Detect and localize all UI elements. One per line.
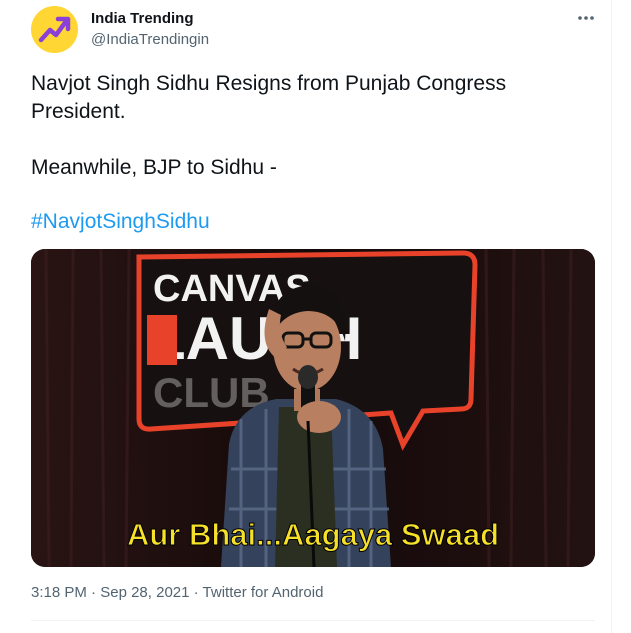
- trending-up-arrow-icon: [38, 16, 71, 43]
- avatar[interactable]: [31, 6, 78, 53]
- tweet-source[interactable]: Twitter for Android: [203, 584, 324, 601]
- tweet-media-image[interactable]: CANVAS LAUGH CLUB Aur Bhai...Aagaya Swaa…: [31, 249, 595, 567]
- tweet-text-line: Navjot Singh Sidhu Resigns from Punjab C…: [31, 72, 507, 95]
- tweet-date[interactable]: Sep 28, 2021: [100, 584, 189, 601]
- display-name[interactable]: India Trending: [91, 10, 194, 27]
- divider: [31, 620, 595, 621]
- more-horizontal-icon: [578, 16, 594, 20]
- meta-separator: ·: [189, 584, 203, 601]
- tweet-meta: 3:18 PM · Sep 28, 2021 · Twitter for And…: [31, 584, 323, 601]
- tweet-text-line: President.: [31, 100, 126, 123]
- user-handle[interactable]: @IndiaTrendingin: [91, 31, 209, 48]
- meta-separator: ·: [86, 584, 101, 601]
- tweet-text-line: Meanwhile, BJP to Sidhu -: [31, 156, 277, 179]
- media-caption: Aur Bhai...Aagaya Swaad: [127, 517, 499, 552]
- comedy-stage-image: CANVAS LAUGH CLUB Aur Bhai...Aagaya Swaa…: [31, 249, 595, 567]
- hashtag-link[interactable]: #NavjotSinghSidhu: [31, 208, 210, 236]
- more-button[interactable]: [572, 8, 600, 28]
- tweet-card: India Trending @IndiaTrendingin Navjot S…: [0, 0, 612, 633]
- tweet-timestamp[interactable]: 3:18 PM: [31, 584, 87, 601]
